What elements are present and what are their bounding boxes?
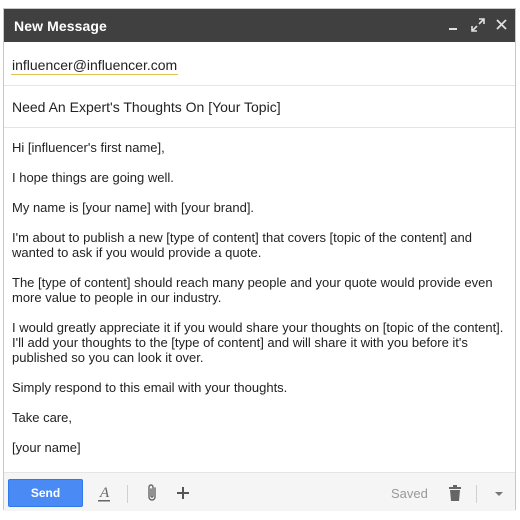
- compose-window: New Message influencer@influencer.com Ne…: [3, 8, 516, 511]
- close-icon[interactable]: [493, 16, 511, 34]
- body-paragraph: Simply respond to this email with your t…: [12, 380, 288, 395]
- body-paragraph: Take care,: [12, 410, 72, 425]
- toolbar-divider: [476, 485, 477, 503]
- expand-icon[interactable]: [469, 16, 487, 34]
- send-button[interactable]: Send: [8, 479, 83, 507]
- message-body[interactable]: Hi [influencer's first name], I hope thi…: [12, 140, 512, 470]
- attachment-icon[interactable]: [142, 482, 164, 504]
- svg-text:A: A: [99, 485, 110, 501]
- body-paragraph: [your name]: [12, 440, 81, 455]
- body-paragraph: I hope things are going well.: [12, 170, 174, 185]
- body-paragraph: My name is [your name] with [your brand]…: [12, 200, 255, 215]
- save-status: Saved: [391, 486, 428, 501]
- minimize-icon[interactable]: [445, 16, 463, 34]
- recipient-chip[interactable]: influencer@influencer.com: [11, 57, 179, 75]
- subject-row[interactable]: Need An Expert's Thoughts On [Your Topic…: [4, 87, 515, 128]
- recipients-row[interactable]: influencer@influencer.com: [4, 43, 515, 86]
- compose-toolbar: Send A Saved: [4, 472, 515, 511]
- subject-field[interactable]: Need An Expert's Thoughts On [Your Topic…: [12, 98, 281, 116]
- insert-more-icon[interactable]: [172, 482, 194, 504]
- more-options-icon[interactable]: [488, 482, 510, 504]
- body-paragraph: I'm about to publish a new [type of cont…: [12, 230, 472, 260]
- formatting-icon[interactable]: A: [93, 482, 115, 504]
- compose-titlebar[interactable]: New Message: [4, 9, 515, 42]
- toolbar-divider: [127, 485, 128, 503]
- body-paragraph: The [type of content] should reach many …: [12, 275, 493, 305]
- compose-title: New Message: [14, 18, 107, 34]
- body-paragraph: I would greatly appreciate it if you wou…: [12, 320, 504, 365]
- trash-icon[interactable]: [444, 482, 466, 504]
- body-paragraph: Hi [influencer's first name],: [12, 140, 165, 155]
